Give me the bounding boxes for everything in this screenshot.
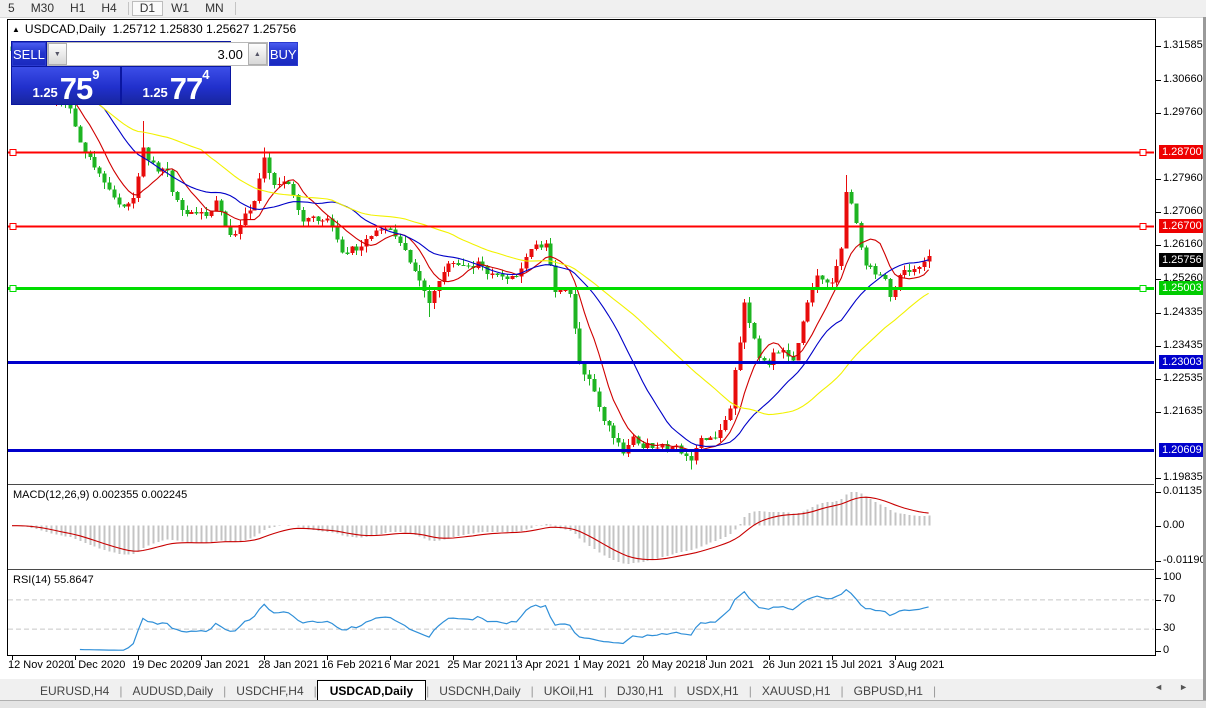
buy-price-pips: 77: [169, 70, 203, 106]
date-axis-label: 1 May 2021: [573, 659, 631, 671]
date-axis-label: 20 May 2021: [636, 659, 701, 671]
price-tick-label: 1.22535: [1163, 371, 1203, 384]
moving-average-line-20: [12, 50, 929, 447]
volume-spinner: ▼ ▲: [46, 42, 268, 66]
rsi-indicator-label: RSI(14) 55.8647: [13, 574, 94, 586]
rsi-tick-label: 0: [1163, 644, 1170, 656]
price-tick-label: 1.21635: [1163, 404, 1203, 417]
collapse-triangle-icon[interactable]: ▲: [12, 25, 20, 34]
volume-input[interactable]: [66, 43, 248, 65]
volume-decrease-button[interactable]: ▼: [47, 43, 67, 65]
date-axis-label: 8 Jun 2021: [699, 659, 754, 671]
hline-marker[interactable]: [9, 223, 17, 230]
current-price-badge: 1.25756: [1159, 253, 1205, 268]
price-tick-label: 1.27060: [1163, 205, 1203, 218]
volume-increase-button[interactable]: ▲: [247, 43, 267, 65]
hline-marker[interactable]: [1139, 149, 1147, 156]
date-axis-label: 13 Apr 2021: [510, 659, 570, 671]
hline-price-badge: 1.26700: [1159, 218, 1205, 233]
price-axis[interactable]: 1.31585 1.30660 1.29760 1.27960 1.27060 1.261…: [1156, 19, 1206, 656]
date-axis-label: 9 Jan 2021: [195, 659, 250, 671]
macd-tick-label: -0.01190: [1163, 554, 1206, 566]
buy-price-display[interactable]: 1.25 77 4: [122, 67, 230, 104]
date-axis[interactable]: 12 Nov 2020 1 Dec 2020 19 Dec 2020 9 Jan 20…: [7, 657, 1167, 675]
sell-price-base: 1.25: [32, 85, 58, 100]
buy-button[interactable]: BUY: [268, 42, 298, 66]
price-tick-label: 1.26160: [1163, 238, 1203, 251]
sell-price-point: 9: [92, 67, 100, 82]
date-axis-label: 1 Dec 2020: [69, 659, 126, 671]
rsi-tick-label: 70: [1163, 592, 1176, 605]
hline-price-badge: 1.25003: [1159, 280, 1205, 295]
hline-marker[interactable]: [9, 285, 17, 292]
hline-marker[interactable]: [9, 149, 17, 156]
macd-histogram: [16, 491, 931, 564]
moving-average-line-40: [12, 50, 929, 416]
hline-marker[interactable]: [1139, 223, 1147, 230]
date-axis-label: 12 Nov 2020: [8, 659, 71, 671]
hline-price-badge: 1.23003: [1159, 354, 1205, 369]
date-axis-label: 6 Mar 2021: [384, 659, 440, 671]
sell-button[interactable]: SELL: [12, 42, 46, 66]
macd-indicator-label: MACD(12,26,9) 0.002355 0.002245: [13, 489, 188, 501]
macd-tick-label: 0.01135: [1163, 485, 1202, 497]
date-axis-label: 19 Dec 2020: [132, 659, 195, 671]
rsi-line: [79, 588, 929, 651]
hline-price-badge: 1.20609: [1159, 442, 1205, 457]
price-tick-label: 1.31585: [1163, 39, 1203, 51]
price-tick-label: 1.30660: [1163, 73, 1203, 85]
chart-symbol-label: USDCAD,Daily: [24, 22, 106, 36]
price-tick-label: 1.19835: [1163, 471, 1203, 483]
chart-canvas: [8, 42, 1161, 660]
hline-price-badge: 1.28700: [1159, 145, 1205, 160]
price-tick-label: 1.23435: [1163, 338, 1203, 351]
hline-marker[interactable]: [1139, 285, 1147, 292]
date-axis-label: 16 Feb 2021: [321, 659, 384, 671]
date-axis-label: 28 Jan 2021: [258, 659, 319, 671]
chart-ohlc-values: 1.25712 1.25830 1.25627 1.25756: [112, 22, 297, 36]
moving-average-line-8: [12, 50, 930, 452]
price-tick-label: 1.27960: [1163, 172, 1203, 185]
one-click-trading-panel: SELL ▼ ▲ BUY 1.25 75 9 1.25 77 4: [11, 41, 298, 105]
date-axis-label: 26 Jun 2021: [762, 659, 824, 671]
rsi-tick-label: 30: [1163, 622, 1176, 635]
price-tick-label: 1.29760: [1163, 106, 1203, 119]
sell-price-pips: 75: [59, 70, 93, 106]
macd-tick-label: 0.00: [1163, 518, 1185, 531]
buy-price-point: 4: [202, 67, 210, 82]
sell-price-display[interactable]: 1.25 75 9: [12, 67, 120, 104]
chart-title: ▲ USDCAD,Daily 1.25712 1.25830 1.25627 1.2…: [12, 22, 296, 36]
candles-layer: [10, 42, 932, 470]
date-axis-label: 3 Aug 2021: [888, 659, 945, 671]
date-axis-label: 25 Mar 2021: [447, 659, 510, 671]
rsi-tick-label: 100: [1163, 571, 1182, 583]
date-axis-label: 15 Jul 2021: [825, 659, 883, 671]
price-tick-label: 1.24335: [1163, 305, 1203, 318]
buy-price-base: 1.25: [142, 85, 168, 100]
